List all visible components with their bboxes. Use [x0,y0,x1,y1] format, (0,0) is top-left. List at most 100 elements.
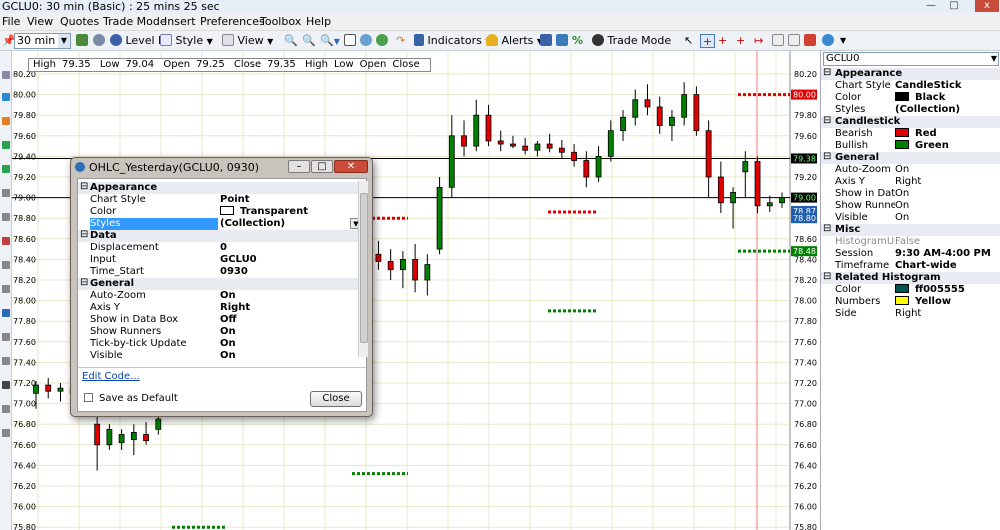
property-value[interactable]: Black [895,92,945,104]
property-value[interactable]: On [895,164,909,176]
menu-file[interactable]: File [2,15,20,28]
property-value[interactable]: On [895,200,909,212]
property-value[interactable]: False [895,236,920,248]
clock-icon[interactable] [93,34,105,48]
property-row[interactable]: Input GCLU0 [78,254,366,266]
property-row[interactable]: Axis Y Right [821,176,1000,188]
property-value[interactable]: Point [220,194,250,206]
globe-icon[interactable] [822,34,834,48]
cursor-icon[interactable]: ↖ [684,34,693,48]
property-row[interactable]: Chart Style Point [78,194,366,206]
view-button[interactable]: View ▼ [222,34,273,48]
property-row[interactable]: Numbers Yellow [821,296,1000,308]
tool-icon[interactable] [2,71,10,79]
property-value[interactable]: On [895,188,909,200]
property-row[interactable]: Styles (Collection) ▼ [78,218,366,230]
property-row[interactable]: Side Right [821,308,1000,320]
horizontal-line-icon[interactable]: + [718,34,727,48]
category-misc[interactable]: Misc [821,223,1000,236]
property-value[interactable]: Off [220,314,237,326]
property-value[interactable]: On [220,350,236,362]
category-general[interactable]: General [78,277,366,290]
property-value[interactable]: (Collection) [895,104,960,116]
dialog-scrollbar[interactable] [358,181,368,357]
refresh-icon[interactable] [76,34,88,48]
property-value[interactable]: (Collection) [220,218,285,230]
tool-icon[interactable] [2,237,10,245]
paste-icon[interactable] [788,34,800,48]
checkbox-box[interactable] [84,393,93,402]
dialog-close-button[interactable]: Close [310,391,362,407]
category-related-histogram[interactable]: Related Histogram [821,271,1000,284]
property-value[interactable]: 0930 [220,266,248,278]
vertical-line-icon[interactable]: + [736,34,745,48]
property-value[interactable]: Yellow [895,296,951,308]
category-data[interactable]: Data [78,229,366,242]
tool-icon[interactable] [2,285,10,293]
property-row[interactable]: Timeframe Chart-wide [821,260,1000,272]
property-row[interactable]: Displacement 0 [78,242,366,254]
chart-properties-icon[interactable] [540,34,552,48]
property-row[interactable]: HistogramUsingFalse [821,236,1000,248]
copy-icon[interactable] [772,34,784,48]
property-row[interactable]: Visible On [821,212,1000,224]
property-value[interactable]: Right [895,176,921,188]
menu-view[interactable]: View [27,15,53,28]
category-candlestick[interactable]: Candlestick [821,115,1000,128]
zoom-out-icon[interactable]: 🔍 [302,34,316,48]
trade-mode-button[interactable]: Trade Mode [592,34,671,48]
property-row[interactable]: Color ff005555 [821,284,1000,296]
edit-code-link[interactable]: Edit Code... [82,371,140,382]
property-value[interactable]: CandleStick [895,80,962,92]
tool-icon[interactable] [2,357,10,365]
property-value[interactable]: Transparent [220,206,308,218]
property-row[interactable]: Time_Start 0930 [78,266,366,278]
menu-preferences[interactable]: Preferences [200,15,265,28]
tool-icon[interactable] [2,117,10,125]
delete-drawing-icon[interactable] [804,34,816,48]
crosshair-icon[interactable]: + [700,34,716,48]
indicators-button[interactable]: Indicators ▼ [414,34,492,48]
property-row[interactable]: Bullish Green [821,140,1000,152]
style-button[interactable]: Style ▼ [160,34,213,48]
property-row[interactable]: Auto-Zoom On [78,290,366,302]
zoom-menu-icon[interactable]: 🔍▼ [320,34,340,48]
property-row[interactable]: Show in Data Box Off [78,314,366,326]
close-window-button[interactable]: x [975,0,999,12]
level2-button[interactable]: Level II [110,34,165,48]
property-row[interactable]: Show RunnersOn [821,200,1000,212]
property-row[interactable]: Bearish Red [821,128,1000,140]
tool-icon[interactable] [2,381,10,389]
property-value[interactable]: On [220,290,236,302]
tool-icon[interactable] [2,309,10,317]
property-value[interactable]: GCLU0 [220,254,257,266]
tool-icon[interactable] [2,429,10,437]
redo-icon[interactable]: ↷ [396,34,405,48]
property-row[interactable]: Visible On [78,350,366,362]
property-row[interactable]: Styles (Collection) [821,104,1000,116]
undo-icon[interactable] [376,34,388,48]
scrollbar-thumb[interactable] [360,193,368,343]
dialog-maximize-button[interactable]: □ [311,160,333,173]
tool-icon[interactable] [2,189,10,197]
tool-icon[interactable] [2,213,10,221]
menu-insert[interactable]: Insert [164,15,196,28]
save-default-checkbox[interactable]: Save as Default [84,393,178,404]
category-appearance[interactable]: Appearance [821,67,1000,80]
category-general[interactable]: General [821,151,1000,164]
redraw-icon[interactable] [360,34,372,48]
dialog-minimize-button[interactable]: – [288,160,310,173]
property-row[interactable]: Color Black [821,92,1000,104]
property-value[interactable]: ff005555 [895,284,965,296]
property-value[interactable]: Chart-wide [895,260,957,272]
category-appearance[interactable]: Appearance [78,182,366,194]
interval-select[interactable]: 30 min ▼ [14,33,71,49]
menu-help[interactable]: Help [306,15,331,28]
instrument-select[interactable]: GCLU0 ▼ [823,52,999,66]
trend-line-icon[interactable]: ↦ [754,34,763,48]
tool-icon[interactable] [2,261,10,269]
menu-quotes[interactable]: Quotes [60,15,99,28]
zoom-in-icon[interactable]: 🔍 [284,34,298,48]
tool-icon[interactable] [2,165,10,173]
property-row[interactable]: Session 9:30 AM-4:00 PM [821,248,1000,260]
